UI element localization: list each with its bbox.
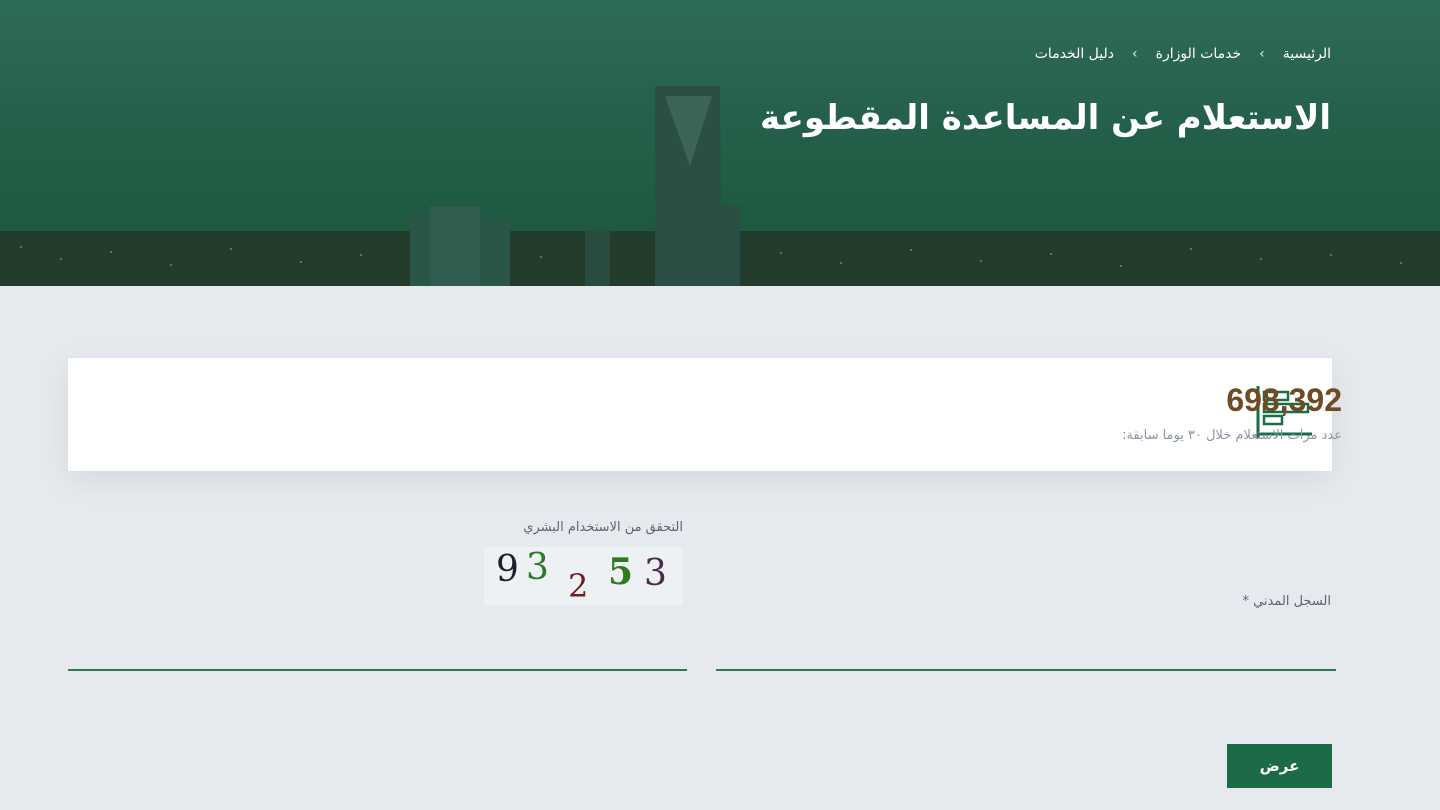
page-title: الاستعلام عن المساعدة المقطوعة <box>759 98 1331 138</box>
captcha-digit-2: 3 <box>526 547 549 588</box>
captcha-label: التحقق من الاستخدام البشري <box>523 520 683 535</box>
captcha-digit-3: 2 <box>568 567 589 605</box>
captcha-digit-1: 9 <box>496 549 519 590</box>
captcha-digit-4: 5 <box>608 551 634 593</box>
captcha-input[interactable] <box>68 667 687 671</box>
captcha-digit-5: 3 <box>644 553 667 594</box>
hero-banner: الرئيسية › خدمات الوزارة › دليل الخدمات … <box>0 0 1440 286</box>
inquiry-count: 698,392 <box>1226 382 1342 418</box>
civil-record-input[interactable] <box>716 667 1336 671</box>
inquiry-count-caption: عدد مرات الاستعلام خلال ٣٠ يوما سابقة: <box>1122 428 1342 443</box>
breadcrumb-services-guide-link[interactable]: دليل الخدمات <box>1035 46 1114 62</box>
civil-record-label: السجل المدني * <box>1242 594 1331 609</box>
inquiry-stats-card <box>68 358 1332 471</box>
chevron-left-icon: › <box>1259 46 1265 62</box>
submit-button[interactable]: عرض <box>1227 744 1332 788</box>
breadcrumb: الرئيسية › خدمات الوزارة › دليل الخدمات <box>1035 46 1331 62</box>
breadcrumb-home-link[interactable]: الرئيسية <box>1283 46 1331 62</box>
breadcrumb-ministry-services-link[interactable]: خدمات الوزارة <box>1156 46 1242 62</box>
captcha-image: 9 3 2 5 3 <box>484 547 683 606</box>
chevron-left-icon: › <box>1132 46 1138 62</box>
